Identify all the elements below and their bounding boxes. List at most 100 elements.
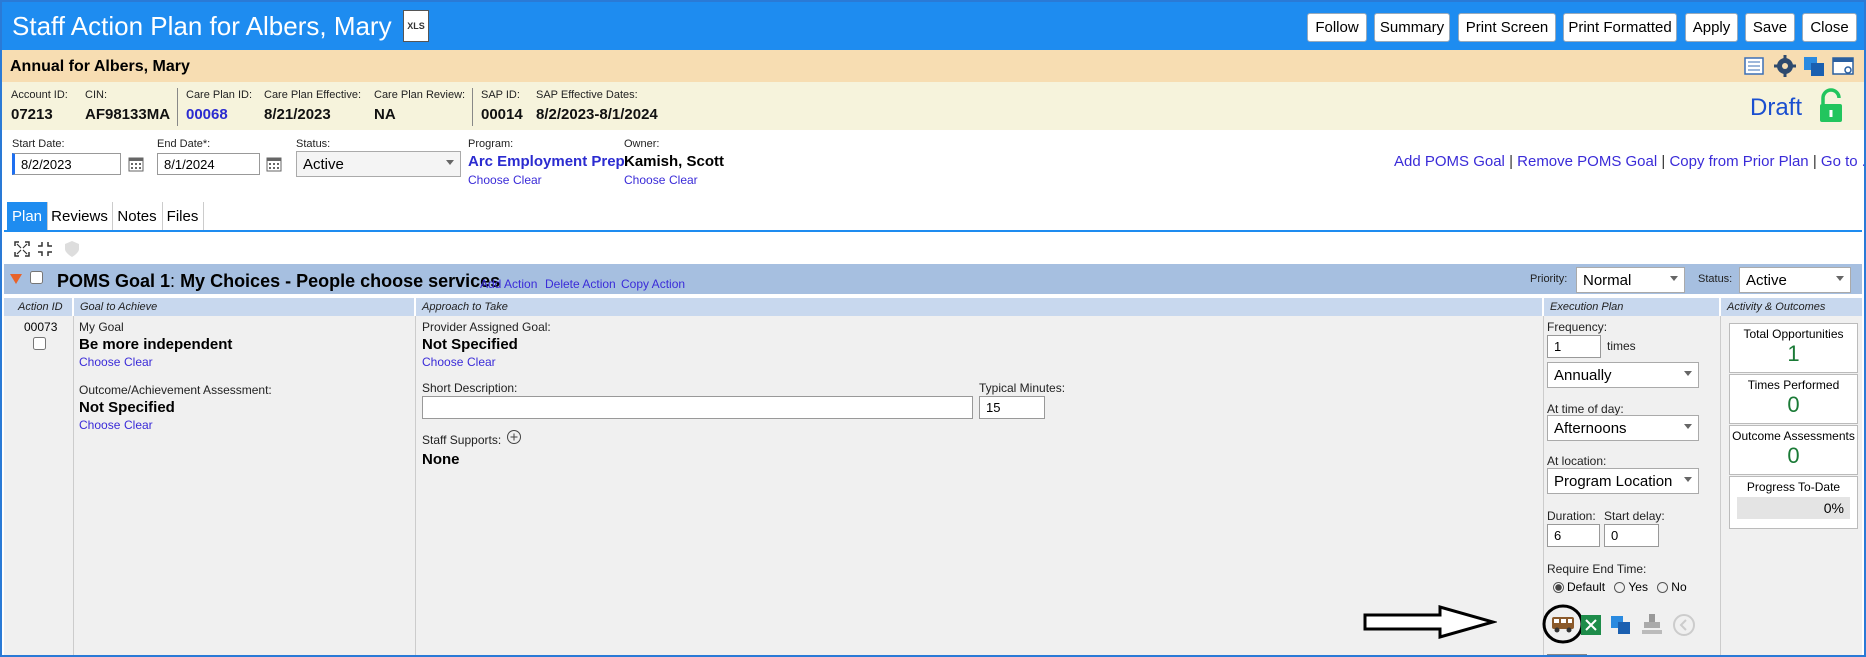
location-select[interactable]: Program Location	[1547, 468, 1699, 494]
delete-action-link[interactable]: Delete Action	[545, 277, 616, 291]
end-date-input[interactable]: 8/1/2024	[157, 153, 260, 175]
radio-yes[interactable]: Yes	[1614, 580, 1648, 594]
preview-icon[interactable]	[1831, 54, 1855, 78]
radio-no[interactable]: No	[1657, 580, 1687, 594]
plan-subtitle: Annual for Albers, Mary	[10, 58, 190, 75]
summary-button[interactable]: Summary	[1374, 13, 1450, 42]
provider-goal-label: Provider Assigned Goal:	[422, 320, 551, 334]
sap-id-value: 00014	[481, 106, 523, 123]
location-value: Program Location	[1554, 472, 1673, 490]
staff-supports-value: None	[422, 451, 460, 468]
add-action-link[interactable]: Add Action	[480, 277, 537, 291]
progress-value: 0%	[1823, 500, 1844, 516]
chevron-down-icon	[1836, 276, 1844, 281]
times-performed-box: Times Performed 0	[1729, 374, 1858, 424]
care-plan-review-label: Care Plan Review:	[374, 89, 466, 101]
van-icon[interactable]	[1542, 603, 1584, 645]
frequency-period-select[interactable]: Annually	[1547, 362, 1699, 388]
gear-icon[interactable]	[1773, 54, 1797, 78]
progress-label: Progress To-Date	[1746, 480, 1841, 494]
sap-effective-label: SAP Effective Dates:	[536, 89, 638, 101]
tab-reviews[interactable]: Reviews	[47, 202, 113, 230]
action-id-cell	[4, 316, 74, 655]
start-date-input[interactable]: 8/2/2023	[12, 153, 121, 175]
care-plan-effective-label: Care Plan Effective:	[264, 89, 362, 101]
typical-minutes-input[interactable]: 15	[979, 396, 1045, 419]
print-screen-button[interactable]: Print Screen	[1458, 13, 1556, 42]
action-separator: |	[1812, 153, 1817, 170]
action-checkbox[interactable]	[33, 337, 46, 350]
owner-clear-link[interactable]: Clear	[669, 173, 698, 187]
priority-select[interactable]: Normal	[1576, 267, 1685, 293]
provider-goal-choose-link[interactable]: Choose	[422, 355, 463, 369]
radio-no-circle[interactable]	[1657, 582, 1669, 594]
col-goal: Goal to Achieve	[74, 298, 414, 316]
list-view-icon[interactable]	[1742, 54, 1766, 78]
go-to-link[interactable]: Go to ...	[1821, 153, 1864, 170]
cin-value: AF98133MA	[85, 106, 171, 123]
goal-subtitle: My Choices - People choose services	[180, 271, 501, 291]
short-description-input[interactable]	[422, 396, 973, 419]
plan-subheader: Annual for Albers, Mary	[2, 50, 1864, 82]
program-link[interactable]: Arc Employment Prep	[468, 153, 625, 170]
program-clear-link[interactable]: Clear	[513, 173, 542, 187]
apply-button[interactable]: Apply	[1685, 13, 1738, 42]
add-circle-icon[interactable]	[506, 429, 522, 445]
duration-input[interactable]: 6	[1547, 524, 1600, 547]
close-button[interactable]: Close	[1802, 13, 1857, 42]
outcome-clear-link[interactable]: Clear	[124, 418, 153, 432]
my-goal-value: Be more independent	[79, 336, 233, 353]
draft-status: Draft	[1750, 94, 1803, 121]
goal-checkbox[interactable]	[30, 271, 43, 284]
shield-icon[interactable]	[64, 240, 80, 258]
expand-all-icon[interactable]	[14, 241, 30, 257]
goal-status-select[interactable]: Active	[1739, 267, 1851, 293]
outcome-value: Not Specified	[79, 399, 175, 416]
my-goal-clear-link[interactable]: Clear	[124, 355, 153, 369]
copy-icon[interactable]	[1802, 54, 1826, 78]
add-poms-goal-link[interactable]: Add POMS Goal	[1394, 153, 1505, 170]
radio-yes-circle[interactable]	[1614, 582, 1626, 594]
status-select[interactable]: Active	[296, 151, 461, 177]
stamp-icon[interactable]	[1641, 612, 1663, 636]
save-button[interactable]: Save	[1745, 13, 1795, 42]
calendar-icon[interactable]	[266, 156, 282, 172]
chevron-down-icon	[1670, 276, 1678, 281]
short-description-label: Short Description:	[422, 381, 518, 395]
copy-action-icon[interactable]	[1610, 614, 1632, 636]
xls-export-icon[interactable]: XLS	[403, 10, 429, 42]
divider	[177, 88, 178, 126]
start-delay-input[interactable]: 0	[1604, 524, 1659, 547]
my-goal-choose-link[interactable]: Choose	[79, 355, 120, 369]
remove-poms-goal-link[interactable]: Remove POMS Goal	[1517, 153, 1657, 170]
provider-goal-clear-link[interactable]: Clear	[467, 355, 496, 369]
radio-default-circle[interactable]	[1553, 582, 1564, 594]
program-choose-link[interactable]: Choose	[468, 173, 509, 187]
copy-prior-plan-link[interactable]: Copy from Prior Plan	[1669, 153, 1808, 170]
frequency-input[interactable]: 1	[1547, 335, 1601, 358]
care-plan-id-link[interactable]: 00068	[186, 106, 228, 123]
unlock-icon[interactable]	[1817, 88, 1845, 124]
collapse-all-icon[interactable]	[37, 241, 53, 257]
total-opportunities-value: 1	[1787, 341, 1800, 366]
tab-notes[interactable]: Notes	[112, 202, 163, 230]
excel-export-icon[interactable]	[1580, 614, 1602, 636]
cin-label: CIN:	[85, 89, 107, 101]
tab-files[interactable]: Files	[162, 202, 204, 230]
owner-choose-link[interactable]: Choose	[624, 173, 665, 187]
print-formatted-button[interactable]: Print Formatted	[1563, 13, 1677, 42]
collapse-triangle-icon[interactable]	[10, 274, 22, 284]
copy-action-link[interactable]: Copy Action	[621, 277, 685, 291]
calendar-icon[interactable]	[128, 156, 144, 172]
goal-status-value: Active	[1746, 271, 1787, 289]
follow-button[interactable]: Follow	[1307, 13, 1367, 42]
goal-number: POMS Goal 1	[57, 271, 171, 291]
duration-label: Duration:	[1547, 509, 1596, 523]
time-of-day-select[interactable]: Afternoons	[1547, 415, 1699, 441]
radio-default[interactable]: Default	[1553, 580, 1605, 594]
time-of-day-value: Afternoons	[1554, 419, 1627, 437]
outcome-choose-link[interactable]: Choose	[79, 418, 120, 432]
history-back-icon[interactable]	[1672, 613, 1696, 637]
account-id-value: 07213	[11, 106, 53, 123]
tab-plan[interactable]: Plan	[7, 202, 48, 230]
